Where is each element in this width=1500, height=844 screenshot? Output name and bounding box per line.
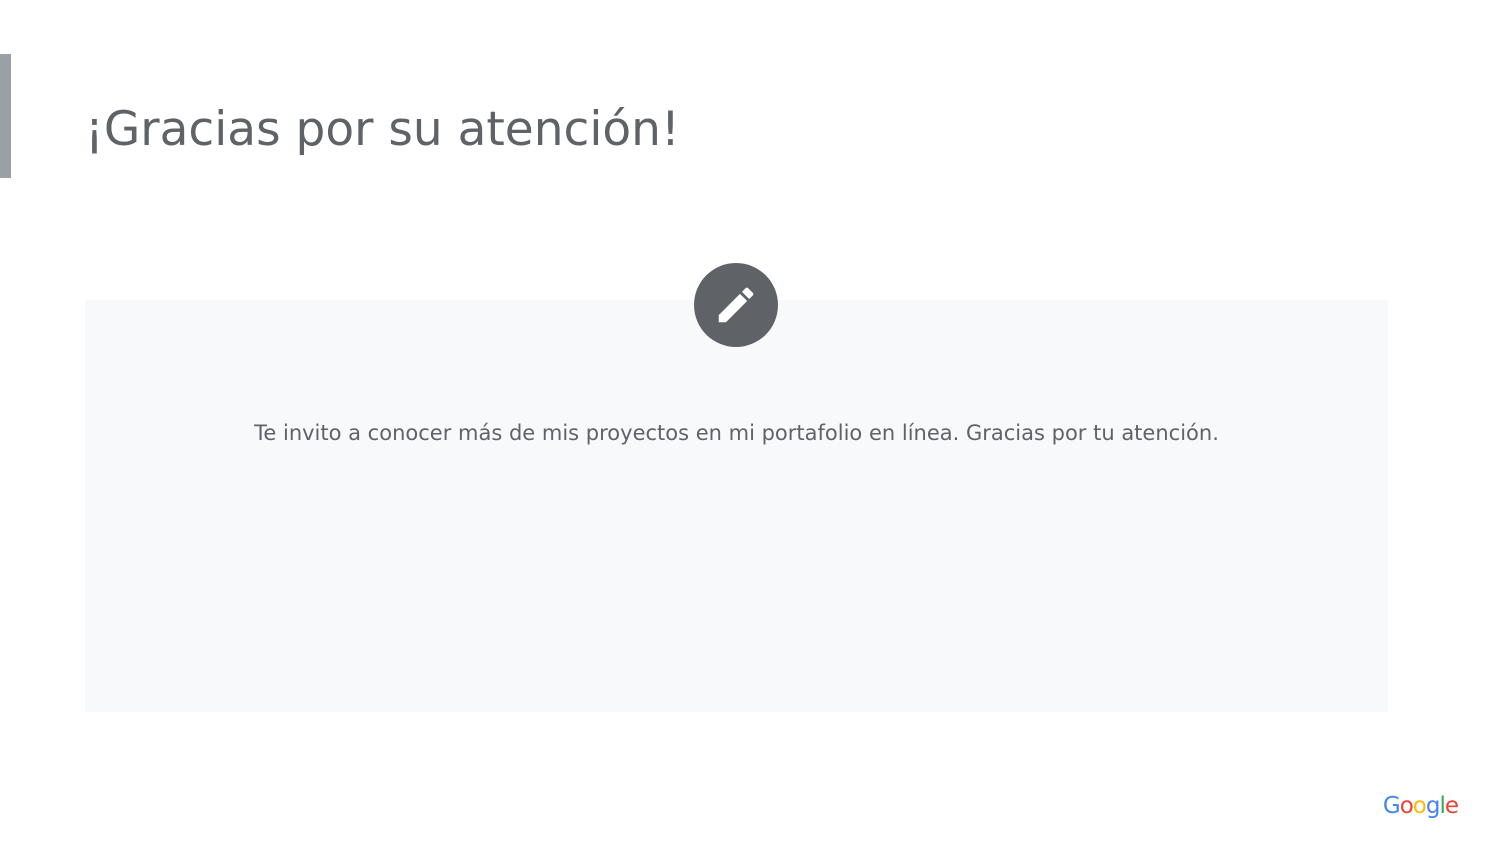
- logo-letter: o: [1399, 793, 1414, 819]
- logo-letter: o: [1412, 793, 1427, 819]
- google-logo: Google: [1382, 790, 1459, 822]
- logo-letter: e: [1444, 793, 1459, 819]
- accent-bar: [0, 54, 11, 178]
- edit-badge: [694, 263, 778, 347]
- logo-letter: G: [1382, 793, 1401, 819]
- slide-title: ¡Gracias por su atención!: [85, 102, 680, 157]
- panel-body-text: Te invito a conocer más de mis proyectos…: [254, 421, 1219, 445]
- content-panel: Te invito a conocer más de mis proyectos…: [85, 300, 1388, 712]
- logo-letter: g: [1425, 793, 1441, 819]
- pencil-icon: [718, 287, 754, 323]
